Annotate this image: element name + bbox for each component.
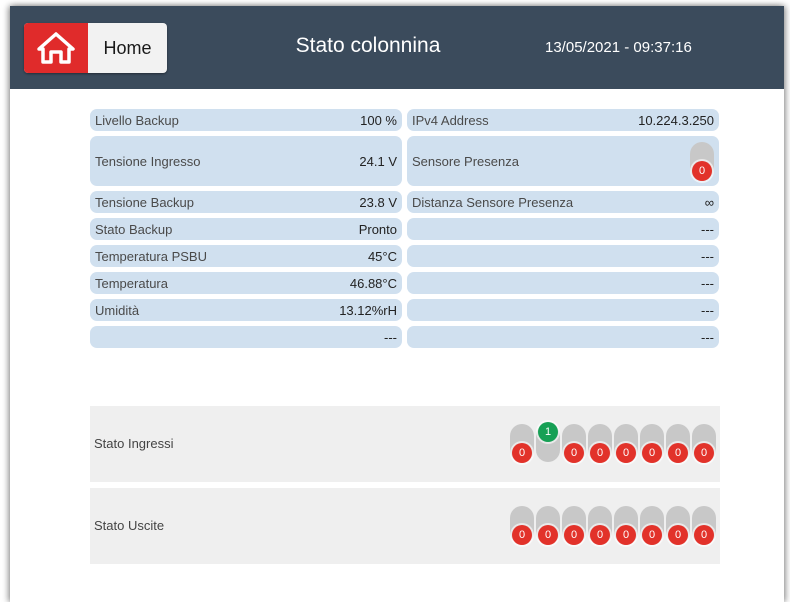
cell-label: Distanza Sensore Presenza — [412, 194, 574, 210]
cell-label: Tensione Ingresso — [95, 153, 201, 169]
cell-value: 13.12%rH — [339, 302, 397, 318]
status-cell: --- — [407, 218, 719, 240]
status-cell: --- — [90, 326, 402, 348]
status-row: Stato Backup Pronto --- — [90, 218, 720, 240]
input-toggle-7: 0 — [666, 424, 690, 463]
presence-sensor-toggle: 0 — [690, 142, 714, 181]
cell-value: 100 % — [360, 112, 397, 128]
output-toggle-2: 0 — [536, 506, 560, 545]
output-toggle-7: 0 — [666, 506, 690, 545]
input-toggle-2: 1 — [536, 422, 560, 462]
status-cell: IPv4 Address 10.224.3.250 — [407, 109, 719, 131]
outputs-panel: Stato Uscite 00000000 — [90, 488, 720, 564]
cell-value: 10.224.3.250 — [638, 112, 714, 128]
status-row: Temperatura 46.88°C --- — [90, 272, 720, 294]
cell-label: Temperatura PSBU — [95, 248, 207, 264]
state-indicator: 0 — [616, 525, 636, 545]
cell-label: Livello Backup — [95, 112, 179, 128]
input-toggle-4: 0 — [588, 424, 612, 463]
cell-value: --- — [701, 275, 714, 291]
status-row: Livello Backup 100 % IPv4 Address 10.224… — [90, 109, 720, 131]
home-icon — [24, 23, 88, 73]
cell-label: Temperatura — [95, 275, 168, 291]
status-cell: --- — [407, 272, 719, 294]
input-toggle-3: 0 — [562, 424, 586, 463]
status-cell: Distanza Sensore Presenza ∞ — [407, 191, 719, 213]
output-toggle-8: 0 — [692, 506, 716, 545]
state-indicator: 1 — [538, 422, 558, 442]
state-indicator: 0 — [538, 525, 558, 545]
output-toggle-1: 0 — [510, 506, 534, 545]
status-cell: Livello Backup 100 % — [90, 109, 402, 131]
cell-value: 46.88°C — [349, 275, 397, 291]
status-row: Tensione Backup 23.8 V Distanza Sensore … — [90, 191, 720, 213]
cell-value: --- — [384, 329, 397, 345]
header-bar: Home Stato colonnina 13/05/2021 - 09:37:… — [10, 6, 784, 89]
cell-value: 45°C — [367, 248, 397, 264]
status-row: Tensione Ingresso 24.1 V Sensore Presenz… — [90, 136, 720, 186]
status-cell: --- — [407, 299, 719, 321]
home-label: Home — [103, 37, 152, 58]
status-cell: Temperatura PSBU 45°C — [90, 245, 402, 267]
page-title: Stato colonnina — [295, 34, 441, 57]
status-row: Temperatura PSBU 45°C --- — [90, 245, 720, 267]
cell-value: ∞ — [704, 194, 714, 210]
input-toggle-1: 0 — [510, 424, 534, 463]
state-indicator: 0 — [512, 443, 532, 463]
datetime: 13/05/2021 - 09:37:16 — [545, 39, 692, 56]
status-cell: Stato Backup Pronto — [90, 218, 402, 240]
cell-value: 23.8 V — [359, 194, 397, 210]
state-indicator: 0 — [642, 443, 662, 463]
status-cell: --- — [407, 245, 719, 267]
cell-value: --- — [701, 248, 714, 264]
state-indicator: 0 — [668, 443, 688, 463]
status-cell: Umidità 13.12%rH — [90, 299, 402, 321]
status-cell: Sensore Presenza 0 — [407, 136, 719, 186]
input-toggle-6: 0 — [640, 424, 664, 463]
cell-value: --- — [701, 302, 714, 318]
inputs-toggles: 01000000 — [510, 422, 716, 463]
output-toggle-3: 0 — [562, 506, 586, 545]
output-toggle-4: 0 — [588, 506, 612, 545]
output-toggle-6: 0 — [640, 506, 664, 545]
cell-value: 24.1 V — [359, 153, 397, 169]
state-indicator: 0 — [564, 443, 584, 463]
state-indicator: 0 — [692, 161, 712, 181]
cell-label: Umidità — [95, 302, 140, 318]
cell-label: IPv4 Address — [412, 112, 489, 128]
input-toggle-5: 0 — [614, 424, 638, 463]
cell-value: Pronto — [358, 221, 397, 237]
state-indicator: 0 — [694, 443, 714, 463]
status-cell: Temperatura 46.88°C — [90, 272, 402, 294]
state-indicator: 0 — [694, 525, 714, 545]
status-row: Umidità 13.12%rH --- — [90, 299, 720, 321]
cell-value: --- — [701, 221, 714, 237]
state-indicator: 0 — [668, 525, 688, 545]
status-grid: Livello Backup 100 % IPv4 Address 10.224… — [90, 109, 720, 353]
state-indicator: 0 — [590, 443, 610, 463]
status-row: --- --- — [90, 326, 720, 348]
state-indicator: 0 — [642, 525, 662, 545]
cell-label: Sensore Presenza — [412, 153, 519, 169]
status-cell: Tensione Ingresso 24.1 V — [90, 136, 402, 186]
app-window: Home Stato colonnina 13/05/2021 - 09:37:… — [10, 6, 784, 602]
input-toggle-8: 0 — [692, 424, 716, 463]
state-indicator: 0 — [564, 525, 584, 545]
state-indicator: 0 — [616, 443, 636, 463]
status-cell: --- — [407, 326, 719, 348]
state-indicator: 0 — [512, 525, 532, 545]
home-button[interactable]: Home — [24, 23, 167, 73]
cell-value: --- — [701, 329, 714, 345]
status-cell: Tensione Backup 23.8 V — [90, 191, 402, 213]
inputs-panel: Stato Ingressi 01000000 — [90, 406, 720, 482]
cell-label: Stato Backup — [95, 221, 173, 237]
outputs-label: Stato Uscite — [94, 518, 165, 533]
state-indicator: 0 — [590, 525, 610, 545]
inputs-label: Stato Ingressi — [94, 436, 174, 451]
outputs-toggles: 00000000 — [510, 506, 716, 545]
cell-label: Tensione Backup — [95, 194, 195, 210]
output-toggle-5: 0 — [614, 506, 638, 545]
